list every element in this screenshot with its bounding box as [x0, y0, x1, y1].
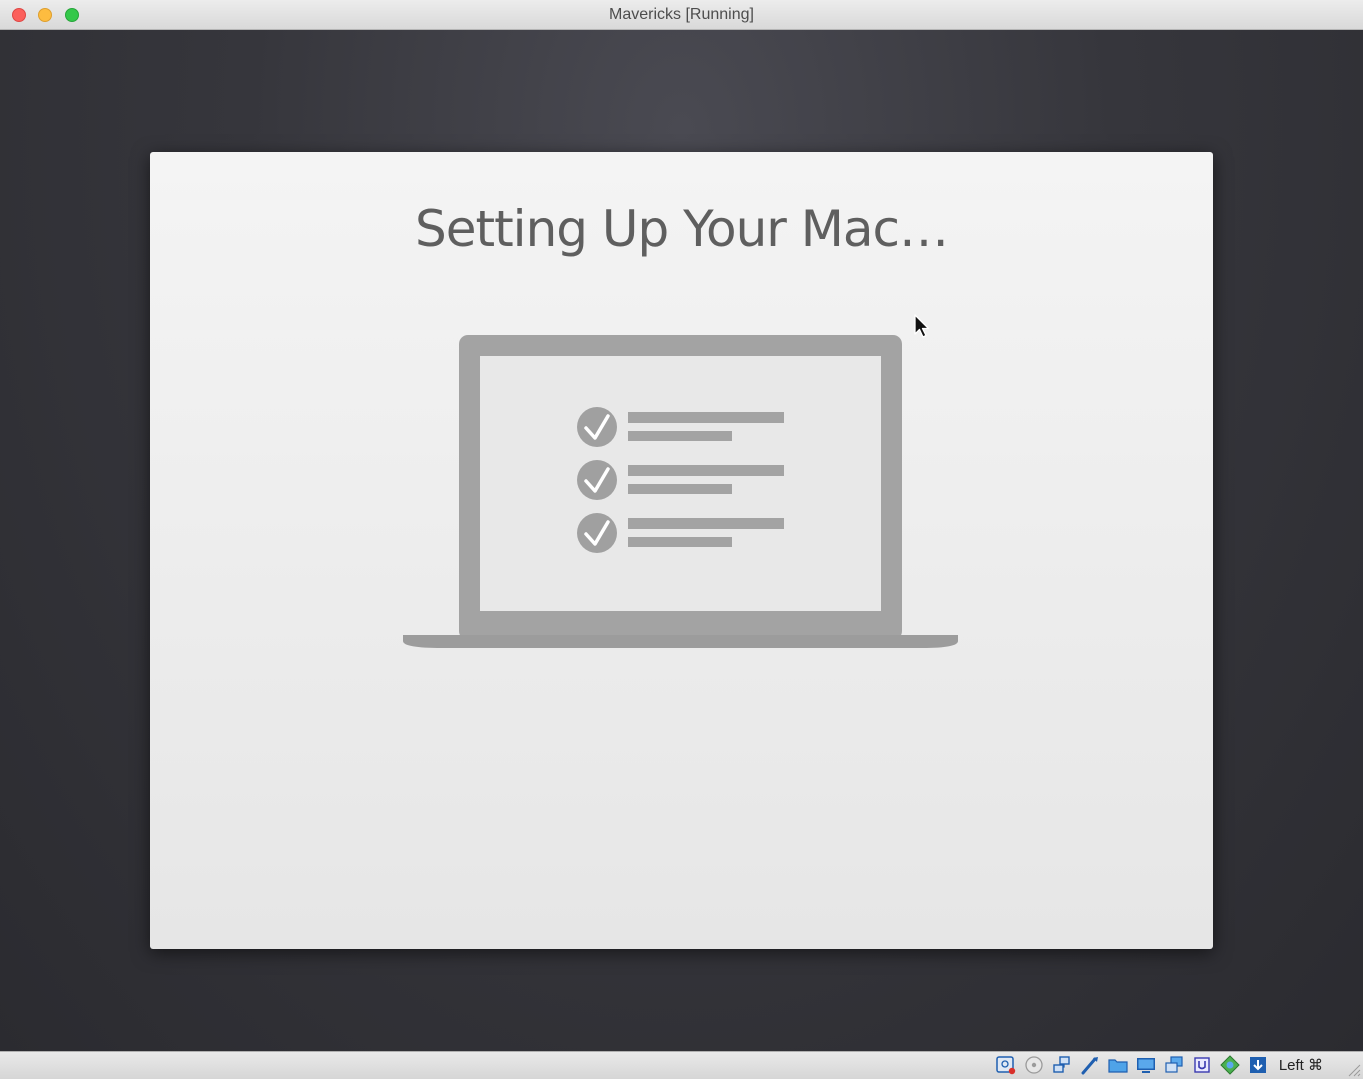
laptop-base	[403, 635, 958, 648]
status-icons: Left ⌘	[995, 1055, 1323, 1075]
check-circle-icon	[577, 407, 617, 447]
title-bar[interactable]: Mavericks [Running]	[0, 0, 1363, 30]
optical-drive-icon[interactable]	[1023, 1055, 1045, 1075]
setup-heading: Setting Up Your Mac…	[414, 200, 949, 258]
status-bar: Left ⌘	[0, 1051, 1363, 1079]
network-icon[interactable]	[1051, 1055, 1073, 1075]
laptop-screen	[480, 356, 881, 611]
guest-display[interactable]: Setting Up Your Mac…	[0, 30, 1363, 1051]
checklist-line	[628, 465, 784, 476]
video-capture-icon[interactable]	[1163, 1055, 1185, 1075]
checklist-line	[628, 431, 732, 441]
keyboard-capture-icon[interactable]	[1247, 1055, 1269, 1075]
host-key-label[interactable]: Left ⌘	[1279, 1056, 1323, 1074]
checklist-line	[628, 518, 784, 529]
checklist-line	[628, 537, 732, 547]
setup-panel: Setting Up Your Mac…	[150, 152, 1213, 949]
vm-window: Mavericks [Running] Setting Up Your Mac…	[0, 0, 1363, 1079]
mouse-integration-icon[interactable]	[1219, 1055, 1241, 1075]
laptop-checklist-icon	[403, 335, 958, 648]
window-title: Mavericks [Running]	[609, 6, 754, 23]
hard-disk-icon[interactable]	[995, 1055, 1017, 1075]
checklist-line	[628, 484, 732, 494]
display-icon[interactable]	[1135, 1055, 1157, 1075]
mouse-pointer-icon	[914, 314, 930, 338]
usb-icon[interactable]	[1079, 1055, 1101, 1075]
check-circle-icon	[577, 460, 617, 500]
resize-grip-icon[interactable]	[1345, 1061, 1361, 1077]
shared-folders-icon[interactable]	[1107, 1055, 1129, 1075]
checklist-line	[628, 412, 784, 423]
cpu-vt-icon[interactable]	[1191, 1055, 1213, 1075]
check-circle-icon	[577, 513, 617, 553]
